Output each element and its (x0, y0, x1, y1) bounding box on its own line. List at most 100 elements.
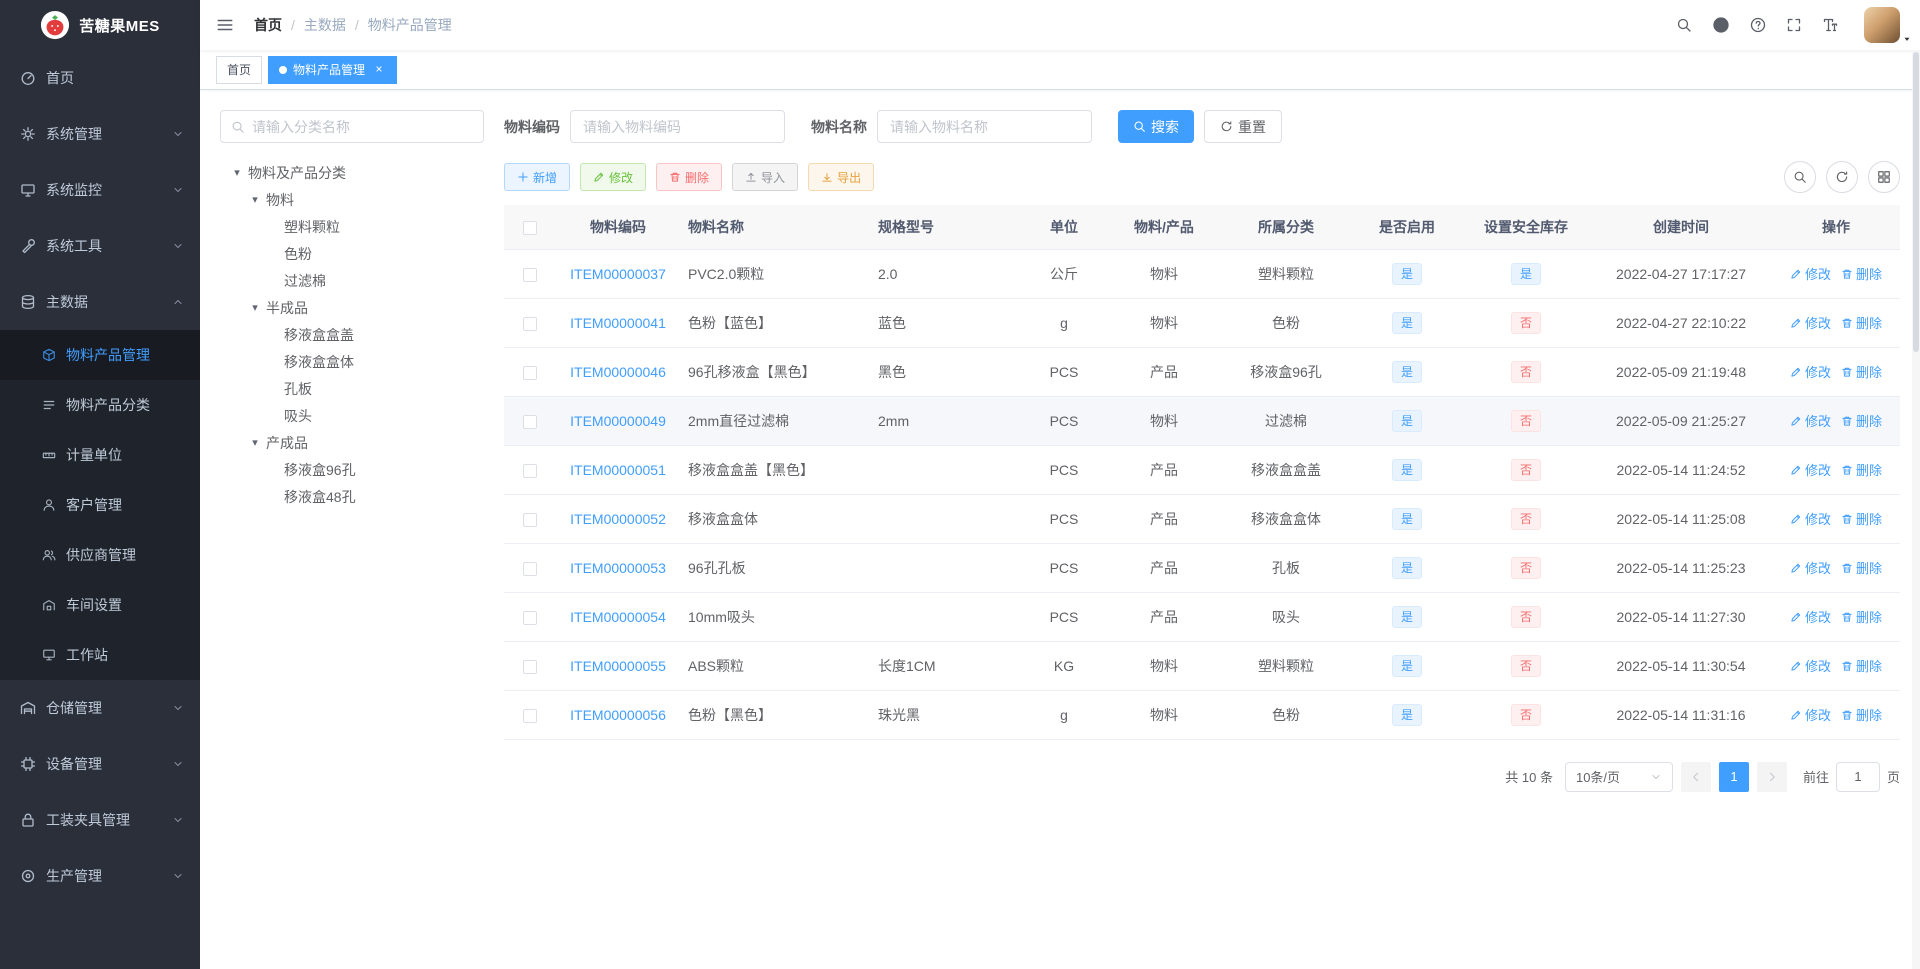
sidebar-item[interactable]: 系统管理 (0, 106, 200, 162)
sidebar-item[interactable]: 首页 (0, 50, 200, 106)
page-1-button[interactable]: 1 (1718, 761, 1749, 792)
tag-close-icon[interactable]: × (372, 63, 386, 77)
material-code-link[interactable]: ITEM00000055 (570, 658, 666, 674)
sidebar-item[interactable]: 主数据 (0, 274, 200, 330)
prev-page-button[interactable] (1680, 761, 1711, 792)
row-edit-button[interactable]: 修改 (1790, 705, 1831, 724)
row-edit-button[interactable]: 修改 (1790, 362, 1831, 381)
material-code-link[interactable]: ITEM00000049 (570, 413, 666, 429)
row-delete-button[interactable]: 删除 (1841, 362, 1882, 381)
breadcrumb-item[interactable]: 主数据 (304, 15, 346, 35)
search-circle-button[interactable] (1784, 161, 1816, 193)
sidebar-subitem[interactable]: 工作站 (0, 630, 200, 680)
row-checkbox[interactable] (523, 463, 537, 478)
sidebar-subitem[interactable]: 车间设置 (0, 580, 200, 630)
fullscreen-button[interactable] (1776, 0, 1812, 50)
row-checkbox[interactable] (523, 659, 537, 674)
sidebar-item[interactable]: 系统工具 (0, 218, 200, 274)
tree-node[interactable]: 色粉 (220, 240, 484, 267)
tag-item[interactable]: 物料产品管理 × (268, 55, 398, 84)
sidebar-subitem[interactable]: 供应商管理 (0, 530, 200, 580)
sidebar-toggle-button[interactable] (200, 0, 250, 50)
row-checkbox[interactable] (523, 267, 537, 282)
tree-node[interactable]: 孔板 (220, 375, 484, 402)
tree-expand-icon[interactable]: ▾ (244, 436, 266, 449)
add-button[interactable]: 新增 (504, 163, 571, 191)
row-checkbox[interactable] (523, 561, 537, 576)
font-size-button[interactable] (1812, 0, 1848, 50)
search-button[interactable]: 搜索 (1118, 110, 1194, 143)
next-page-button[interactable] (1756, 761, 1787, 792)
tree-node[interactable]: ▾ 物料 (220, 186, 484, 213)
material-code-link[interactable]: ITEM00000056 (570, 707, 666, 723)
row-delete-button[interactable]: 删除 (1841, 656, 1882, 675)
row-edit-button[interactable]: 修改 (1790, 313, 1831, 332)
sidebar-item[interactable]: 工装夹具管理 (0, 792, 200, 848)
goto-page-input[interactable] (1835, 761, 1880, 792)
row-delete-button[interactable]: 删除 (1841, 607, 1882, 626)
row-checkbox[interactable] (523, 365, 537, 380)
material-code-link[interactable]: ITEM00000037 (570, 266, 666, 282)
tree-node[interactable]: 塑料颗粒 (220, 213, 484, 240)
tree-node[interactable]: 过滤棉 (220, 267, 484, 294)
sidebar-subitem[interactable]: 物料产品管理 (0, 330, 200, 380)
question-button[interactable] (1740, 0, 1776, 50)
scrollbar-thumb[interactable] (1913, 52, 1919, 352)
tree-node[interactable]: 移液盒48孔 (220, 483, 484, 510)
row-edit-button[interactable]: 修改 (1790, 607, 1831, 626)
reset-button[interactable]: 重置 (1204, 110, 1282, 143)
tree-expand-icon[interactable]: ▾ (244, 193, 266, 206)
material-code-link[interactable]: ITEM00000041 (570, 315, 666, 331)
material-code-link[interactable]: ITEM00000046 (570, 364, 666, 380)
tree-node[interactable]: ▾ 半成品 (220, 294, 484, 321)
delete-button[interactable]: 删除 (656, 163, 723, 191)
import-button[interactable]: 导入 (732, 163, 799, 191)
sidebar-subitem[interactable]: 物料产品分类 (0, 380, 200, 430)
search-button[interactable] (1666, 0, 1702, 50)
github-button[interactable] (1702, 0, 1740, 50)
row-delete-button[interactable]: 删除 (1841, 558, 1882, 577)
page-size-select[interactable]: 10条/页 (1564, 761, 1673, 792)
category-search-input[interactable] (252, 118, 473, 135)
scrollbar[interactable] (1912, 50, 1920, 969)
refresh-circle-button[interactable] (1826, 161, 1858, 193)
row-delete-button[interactable]: 删除 (1841, 313, 1882, 332)
app-logo[interactable]: 苦糖果MES (0, 0, 200, 50)
tree-expand-icon[interactable]: ▾ (226, 166, 248, 179)
material-code-link[interactable]: ITEM00000054 (570, 609, 666, 625)
export-button[interactable]: 导出 (808, 163, 875, 191)
tag-item[interactable]: 首页 (216, 55, 263, 84)
tree-node[interactable]: ▾ 物料及产品分类 (220, 159, 484, 186)
tree-node[interactable]: 移液盒盒盖 (220, 321, 484, 348)
row-edit-button[interactable]: 修改 (1790, 264, 1831, 283)
row-checkbox[interactable] (523, 610, 537, 625)
row-checkbox[interactable] (523, 316, 537, 331)
sidebar-item[interactable]: 生产管理 (0, 848, 200, 904)
row-delete-button[interactable]: 删除 (1841, 509, 1882, 528)
row-edit-button[interactable]: 修改 (1790, 558, 1831, 577)
row-delete-button[interactable]: 删除 (1841, 411, 1882, 430)
material-name-input[interactable] (877, 110, 1092, 143)
tree-node[interactable]: 移液盒96孔 (220, 456, 484, 483)
edit-button[interactable]: 修改 (580, 163, 647, 191)
material-code-link[interactable]: ITEM00000051 (570, 462, 666, 478)
breadcrumb-item[interactable]: 首页 (254, 15, 282, 35)
row-edit-button[interactable]: 修改 (1790, 460, 1831, 479)
tree-expand-icon[interactable]: ▾ (244, 301, 266, 314)
tree-node[interactable]: 吸头 (220, 402, 484, 429)
sidebar-item[interactable]: 仓储管理 (0, 680, 200, 736)
row-edit-button[interactable]: 修改 (1790, 509, 1831, 528)
tree-node[interactable]: ▾ 产成品 (220, 429, 484, 456)
row-checkbox[interactable] (523, 512, 537, 527)
row-checkbox[interactable] (523, 708, 537, 723)
row-checkbox[interactable] (523, 414, 537, 429)
select-all-checkbox[interactable] (523, 220, 537, 235)
row-delete-button[interactable]: 删除 (1841, 705, 1882, 724)
row-edit-button[interactable]: 修改 (1790, 656, 1831, 675)
sidebar-subitem[interactable]: 计量单位 (0, 430, 200, 480)
material-code-input[interactable] (570, 110, 785, 143)
row-edit-button[interactable]: 修改 (1790, 411, 1831, 430)
sidebar-subitem[interactable]: 客户管理 (0, 480, 200, 530)
tree-node[interactable]: 移液盒盒体 (220, 348, 484, 375)
row-delete-button[interactable]: 删除 (1841, 460, 1882, 479)
